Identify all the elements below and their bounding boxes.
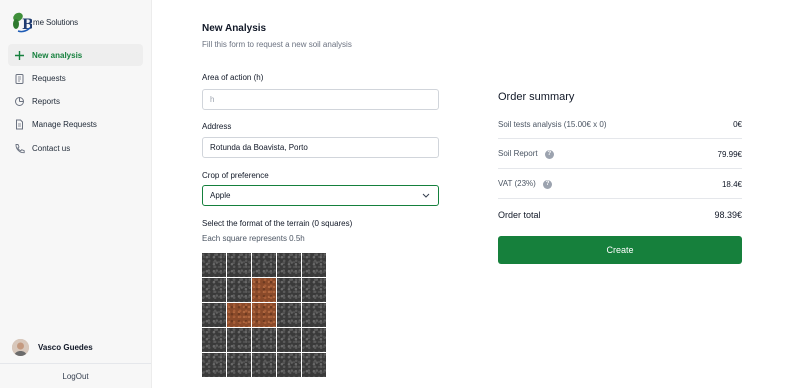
terrain-square[interactable]: [302, 278, 326, 302]
avatar: [12, 339, 29, 356]
terrain-square[interactable]: [302, 253, 326, 277]
chart-icon: [14, 96, 25, 107]
page-subtitle: Fill this form to request a new soil ana…: [202, 40, 352, 49]
crop-value: Apple: [210, 191, 231, 200]
summary-row-total: Order total 98.39€: [498, 200, 742, 229]
logo-text: me Solutions: [33, 17, 79, 27]
summary-title: Order summary: [498, 91, 575, 103]
terrain-square[interactable]: [227, 253, 251, 277]
address-value: Rotunda da Boavista, Porto: [210, 143, 308, 152]
address-input[interactable]: Rotunda da Boavista, Porto: [202, 137, 439, 158]
clipboard-icon: [14, 73, 25, 84]
terrain-grid: [202, 253, 329, 380]
help-icon[interactable]: ?: [543, 179, 553, 189]
chevron-down-icon: [422, 191, 430, 200]
terrain-square[interactable]: [227, 303, 251, 327]
terrain-square[interactable]: [277, 353, 301, 377]
page-title: New Analysis: [202, 23, 267, 34]
terrain-square[interactable]: [227, 353, 251, 377]
logo-mark: B: [12, 11, 34, 33]
sidebar-item-label: Contact us: [32, 143, 71, 153]
sidebar: B me Solutions New analysis Requests Rep…: [0, 0, 152, 388]
terrain-square[interactable]: [202, 253, 226, 277]
terrain-square[interactable]: [227, 328, 251, 352]
user-name: Vasco Guedes: [38, 343, 93, 352]
terrain-square[interactable]: [202, 303, 226, 327]
terrain-label: Select the format of the terrain (0 squa…: [202, 219, 353, 228]
summary-row-value: 0€: [733, 119, 742, 129]
terrain-note: Each square represents 0.5h: [202, 234, 305, 243]
sidebar-item-manage-requests[interactable]: Manage Requests: [8, 114, 143, 136]
area-input[interactable]: h: [202, 89, 439, 110]
summary-row-soil-tests: Soil tests analysis (15.00€ x 0) 0€: [498, 110, 742, 139]
terrain-square[interactable]: [252, 328, 276, 352]
sidebar-item-label: Manage Requests: [32, 120, 97, 130]
sidebar-item-requests[interactable]: Requests: [8, 67, 143, 89]
summary-row-vat: VAT (23%) ? 18.4€: [498, 170, 742, 199]
summary-row-value: 18.4€: [721, 179, 742, 189]
terrain-square[interactable]: [277, 253, 301, 277]
terrain-square[interactable]: [302, 303, 326, 327]
summary-row-value: 79.99€: [717, 149, 742, 159]
phone-icon: [14, 143, 25, 154]
sidebar-item-label: New analysis: [32, 50, 83, 60]
terrain-square[interactable]: [252, 353, 276, 377]
total-label: Order total: [498, 209, 541, 220]
create-button[interactable]: Create: [498, 236, 742, 264]
summary-row-label: Soil Report: [498, 149, 538, 159]
sidebar-item-reports[interactable]: Reports: [8, 91, 143, 113]
terrain-square[interactable]: [302, 353, 326, 377]
terrain-square[interactable]: [277, 303, 301, 327]
crop-label: Crop of preference: [202, 171, 269, 180]
terrain-square[interactable]: [202, 353, 226, 377]
area-placeholder: h: [210, 95, 215, 104]
terrain-square[interactable]: [302, 328, 326, 352]
total-value: 98.39€: [714, 209, 742, 220]
main-content: New Analysis Fill this form to request a…: [152, 0, 800, 388]
logo: B me Solutions: [12, 10, 78, 34]
address-label: Address: [202, 122, 232, 131]
terrain-square[interactable]: [202, 278, 226, 302]
area-label: Area of action (h): [202, 73, 264, 82]
sidebar-nav: New analysis Requests Reports Manage Req…: [8, 44, 143, 160]
terrain-square[interactable]: [227, 278, 251, 302]
plus-icon: [14, 50, 25, 61]
terrain-square[interactable]: [277, 328, 301, 352]
sidebar-item-contact-us[interactable]: Contact us: [8, 137, 143, 159]
logout-button[interactable]: LogOut: [0, 363, 151, 388]
terrain-square[interactable]: [252, 253, 276, 277]
sidebar-item-label: Requests: [32, 73, 66, 83]
crop-select[interactable]: Apple: [202, 185, 439, 206]
summary-row-soil-report: Soil Report ? 79.99€: [498, 140, 742, 169]
document-icon: [14, 119, 25, 130]
terrain-square[interactable]: [252, 303, 276, 327]
help-icon[interactable]: ?: [544, 149, 554, 159]
terrain-square[interactable]: [252, 278, 276, 302]
terrain-square[interactable]: [277, 278, 301, 302]
sidebar-item-label: Reports: [32, 97, 61, 107]
app: B me Solutions New analysis Requests Rep…: [0, 0, 800, 388]
sidebar-item-new-analysis[interactable]: New analysis: [8, 44, 143, 66]
summary-row-label: Soil tests analysis (15.00€ x 0): [498, 119, 607, 129]
summary-row-label: VAT (23%): [498, 179, 536, 189]
terrain-square[interactable]: [202, 328, 226, 352]
user-profile[interactable]: Vasco Guedes: [12, 339, 93, 356]
